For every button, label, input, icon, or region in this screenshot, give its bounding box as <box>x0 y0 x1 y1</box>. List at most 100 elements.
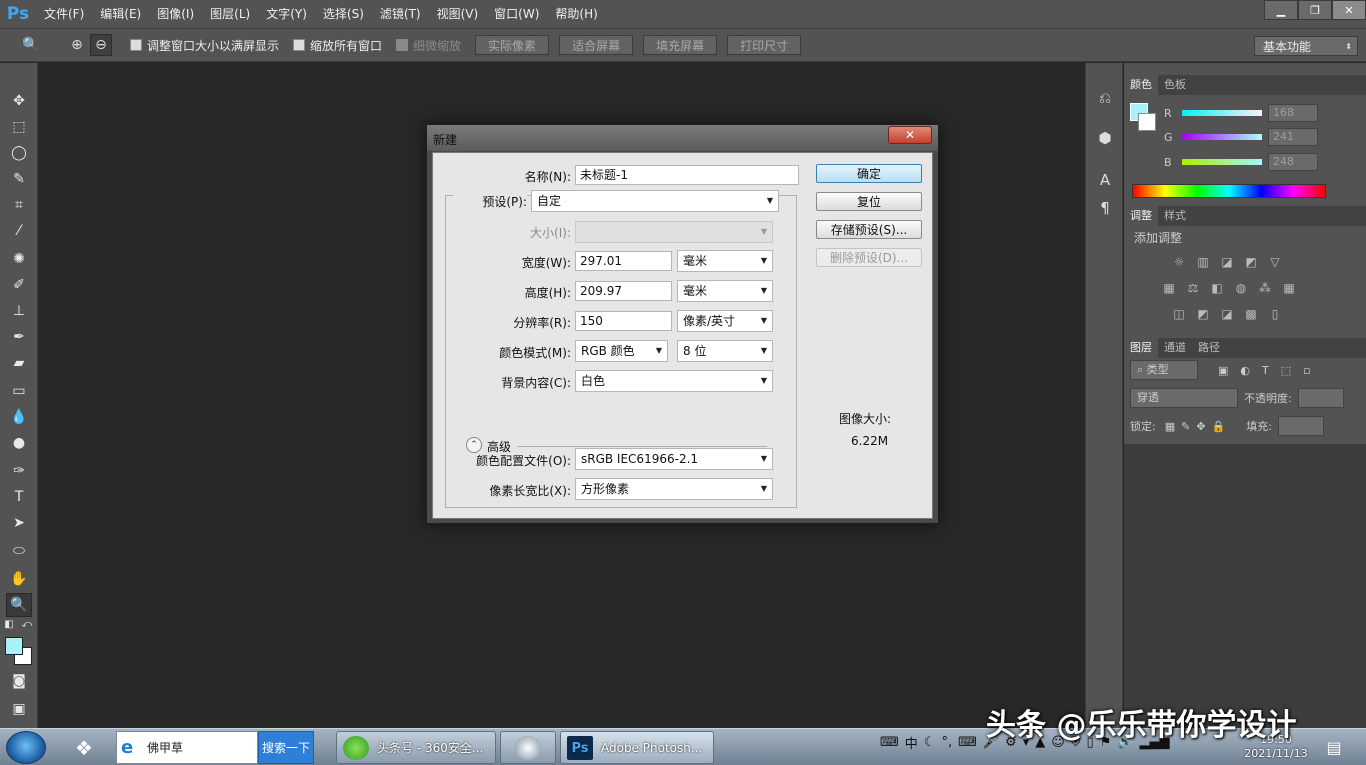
black-white-icon[interactable]: ◧ <box>1208 281 1226 297</box>
width-input[interactable]: 297.01 <box>575 251 672 271</box>
lock-brush-icon[interactable]: ✎ <box>1181 420 1190 433</box>
ie-search-box[interactable]: e 佛甲草 <box>116 731 258 764</box>
foreground-color-swatch[interactable] <box>5 637 23 655</box>
quick-select-tool-icon[interactable]: ✎ <box>6 167 32 191</box>
green-slider[interactable] <box>1182 134 1262 140</box>
pixel-aspect-select[interactable]: 方形像素 ▼ <box>575 478 773 500</box>
invert-icon[interactable]: ◫ <box>1170 307 1188 323</box>
lock-pixels-icon[interactable]: ▦ <box>1165 420 1175 433</box>
red-value[interactable]: 168 <box>1268 104 1318 122</box>
zoom-tool-icon[interactable]: 🔍 <box>6 593 32 617</box>
blue-value[interactable]: 248 <box>1268 153 1318 171</box>
shape-tool-icon[interactable]: ⬭ <box>6 539 32 563</box>
bit-depth-select[interactable]: 8 位 ▼ <box>677 340 773 362</box>
blue-slider[interactable] <box>1182 159 1262 165</box>
zoom-tool-icon[interactable]: 🔍 <box>20 34 42 56</box>
brush-tool-icon[interactable]: ✐ <box>6 273 32 297</box>
color-spectrum-bar[interactable] <box>1132 184 1326 198</box>
action-center-icon[interactable]: ▤ <box>1322 731 1346 764</box>
green-value[interactable]: 241 <box>1268 128 1318 146</box>
filter-image-icon[interactable]: ▣ <box>1218 364 1228 377</box>
tab-styles[interactable]: 样式 <box>1158 206 1192 226</box>
height-input[interactable]: 209.97 <box>575 281 672 301</box>
exposure-icon[interactable]: ◩ <box>1242 255 1260 271</box>
ime-icon[interactable]: ⌨ <box>880 735 899 750</box>
move-tool-icon[interactable]: ✥ <box>6 89 32 113</box>
pinned-app-icon[interactable]: ❖ <box>66 731 102 764</box>
menu-select[interactable]: 选择(S) <box>315 0 372 28</box>
pen-tool-icon[interactable]: ✑ <box>6 459 32 483</box>
zoom-in-icon[interactable]: ⊕ <box>66 34 88 56</box>
menu-image[interactable]: 图像(I) <box>149 0 202 28</box>
eyedropper-tool-icon[interactable]: ⁄ <box>6 219 32 243</box>
levels-icon[interactable]: ▥ <box>1194 255 1212 271</box>
menu-type[interactable]: 文字(Y) <box>258 0 315 28</box>
print-size-button[interactable]: 打印尺寸 <box>727 35 802 55</box>
zoom-all-checkbox[interactable]: 缩放所有窗口 <box>293 37 382 54</box>
eraser-tool-icon[interactable]: ▰ <box>6 351 32 375</box>
menu-edit[interactable]: 编辑(E) <box>92 0 149 28</box>
curves-icon[interactable]: ◪ <box>1218 255 1236 271</box>
posterize-icon[interactable]: ◩ <box>1194 307 1212 323</box>
filter-type-icon[interactable]: T <box>1262 364 1269 377</box>
workspace-select[interactable]: 基本功能 ⬍ <box>1254 36 1358 56</box>
taskbar-app-qq[interactable] <box>500 731 556 764</box>
history-panel-icon[interactable]: ⎌ <box>1092 85 1118 111</box>
blur-tool-icon[interactable]: 💧 <box>6 405 32 429</box>
menu-view[interactable]: 视图(V) <box>429 0 487 28</box>
tab-paths[interactable]: 路径 <box>1192 338 1226 358</box>
vibrance-icon[interactable]: ▽ <box>1266 255 1284 271</box>
blend-mode-select[interactable]: 穿透 <box>1130 388 1238 408</box>
fill-input[interactable] <box>1277 416 1324 436</box>
gradient-map-icon[interactable]: ▯ <box>1266 307 1284 323</box>
hand-tool-icon[interactable]: ✋ <box>6 567 32 591</box>
taskbar-app-photoshop[interactable]: Ps Adobe Photosh... <box>560 731 714 764</box>
search-button[interactable]: 搜索一下 <box>258 731 314 764</box>
ok-button[interactable]: 确定 <box>816 164 922 183</box>
width-unit-select[interactable]: 毫米 ▼ <box>677 250 773 272</box>
lasso-tool-icon[interactable]: ◯ <box>6 141 32 165</box>
filter-smart-icon[interactable]: ▫ <box>1303 364 1310 377</box>
color-profile-select[interactable]: sRGB IEC61966-2.1 ▼ <box>575 448 773 470</box>
layer-filter-select[interactable]: ⌕ 类型 <box>1130 360 1198 380</box>
background-select[interactable]: 白色 ▼ <box>575 370 773 392</box>
zoom-out-icon[interactable]: ⊖ <box>90 34 112 56</box>
path-select-tool-icon[interactable]: ➤ <box>6 511 32 535</box>
dialog-titlebar[interactable]: 新建 ✕ <box>427 125 938 151</box>
marquee-tool-icon[interactable]: ⬚ <box>6 115 32 139</box>
color-lookup-icon[interactable]: ▦ <box>1280 281 1298 297</box>
default-colors-icon[interactable]: ◧ <box>2 617 16 631</box>
character-panel-icon[interactable]: A <box>1092 167 1118 193</box>
name-input[interactable]: 未标题-1 <box>575 165 799 185</box>
3d-panel-icon[interactable]: ⬢ <box>1092 125 1118 151</box>
close-icon[interactable]: ✕ <box>888 126 932 144</box>
menu-window[interactable]: 窗口(W) <box>486 0 547 28</box>
threshold-icon[interactable]: ◪ <box>1218 307 1236 323</box>
keyboard-icon[interactable]: ⌨ <box>958 735 977 750</box>
color-balance-icon[interactable]: ⚖ <box>1184 281 1202 297</box>
height-unit-select[interactable]: 毫米 ▼ <box>677 280 773 302</box>
lock-position-icon[interactable]: ✥ <box>1196 420 1205 433</box>
moon-icon[interactable]: ☾ <box>924 735 936 750</box>
channel-mixer-icon[interactable]: ⁂ <box>1256 281 1274 297</box>
menu-help[interactable]: 帮助(H) <box>547 0 605 28</box>
screen-mode-icon[interactable]: ▣ <box>6 697 32 721</box>
delete-preset-button[interactable]: 删除预设(D)... <box>816 248 922 267</box>
paragraph-panel-icon[interactable]: ¶ <box>1092 195 1118 221</box>
dodge-tool-icon[interactable]: ● <box>6 431 32 455</box>
resolution-unit-select[interactable]: 像素/英寸 ▼ <box>677 310 773 332</box>
taskbar-app-360[interactable]: 头条号 - 360安全... <box>336 731 496 764</box>
healing-brush-tool-icon[interactable]: ✺ <box>6 247 32 271</box>
gradient-tool-icon[interactable]: ▭ <box>6 379 32 403</box>
restore-icon[interactable]: ❐ <box>1298 0 1332 20</box>
type-tool-icon[interactable]: T <box>6 485 32 509</box>
fill-screen-button[interactable]: 填充屏幕 <box>643 35 718 55</box>
ime-mode[interactable]: 中 <box>905 733 918 752</box>
menu-layer[interactable]: 图层(L) <box>202 0 258 28</box>
tab-swatches[interactable]: 色板 <box>1158 75 1192 95</box>
resolution-input[interactable]: 150 <box>575 311 672 331</box>
photo-filter-icon[interactable]: ◍ <box>1232 281 1250 297</box>
quick-mask-icon[interactable]: ◙ <box>6 669 32 693</box>
crop-tool-icon[interactable]: ⌗ <box>6 193 32 217</box>
history-brush-tool-icon[interactable]: ✒ <box>6 325 32 349</box>
